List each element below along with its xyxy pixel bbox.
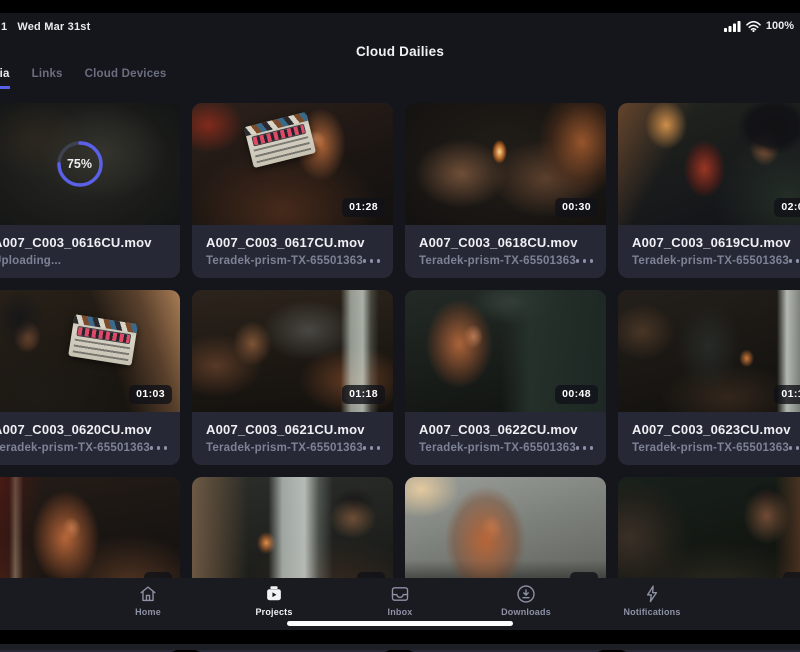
clip-card-0620[interactable]: 01:03 A007_C003_0620CU.mov Teradek-prism… (0, 290, 180, 465)
notifications-icon (641, 583, 663, 605)
nav-label: Projects (255, 607, 292, 617)
clip-source-device: Teradek-prism-TX-65501363 (632, 255, 789, 267)
nav-label: Inbox (388, 607, 413, 617)
clip-filename: A007_C003_0619CU.mov (632, 235, 800, 250)
clip-thumbnail: 00:30 (405, 103, 606, 225)
clip-card-0622[interactable]: 00:48 A007_C003_0622CU.mov Teradek-prism… (405, 290, 606, 465)
tab-cloud-devices[interactable]: Cloud Devices (85, 68, 167, 89)
clip-filename: A007_C003_0623CU.mov (632, 422, 800, 437)
duration-badge: 00:30 (555, 198, 598, 217)
more-menu-button[interactable] (576, 443, 594, 453)
clip-card-0616[interactable]: 75% A007_C003_0616CU.mov Uploading... (0, 103, 180, 278)
page-title: Cloud Dailies (0, 44, 800, 59)
status-date: Wed Mar 31st (17, 21, 90, 33)
more-menu-button[interactable] (789, 443, 800, 453)
clip-grid: 75% A007_C003_0616CU.mov Uploading... 01… (0, 103, 800, 652)
nav-item-notifications[interactable]: Notifications (589, 583, 715, 617)
nav-label: Home (135, 607, 161, 617)
clip-filename: A007_C003_0622CU.mov (419, 422, 592, 437)
clip-thumbnail: 02:0 (618, 103, 800, 225)
nav-item-projects[interactable]: Projects (211, 583, 337, 617)
status-bar: 1 Wed Mar 31st 100% (0, 13, 800, 39)
clip-source-device: Teradek-prism-TX-65501363 (632, 442, 789, 454)
tab-links[interactable]: Links (32, 68, 63, 89)
status-left: 1 Wed Mar 31st (1, 21, 90, 33)
tab-media[interactable]: Media (0, 68, 10, 89)
more-menu-button[interactable] (363, 443, 381, 453)
clip-source-device: Teradek-prism-TX-65501363 (0, 442, 150, 454)
clip-card-0619[interactable]: 02:0 A007_C003_0619CU.mov Teradek-prism-… (618, 103, 800, 278)
home-indicator[interactable] (287, 621, 513, 626)
nav-item-home[interactable]: Home (85, 583, 211, 617)
downloads-icon (515, 583, 537, 605)
clip-thumbnail: 01:28 (192, 103, 393, 225)
clip-card-0617[interactable]: 01:28 A007_C003_0617CU.mov Teradek-prism… (192, 103, 393, 278)
duration-badge: 01:1 (774, 385, 800, 404)
top-letterbox-band (0, 0, 800, 13)
duration-badge: 01:18 (342, 385, 385, 404)
more-menu-button[interactable] (789, 256, 800, 266)
clip-card-0621[interactable]: 01:18 A007_C003_0621CU.mov Teradek-prism… (192, 290, 393, 465)
clip-thumbnail: 01:1 (618, 290, 800, 412)
clip-filename: A007_C003_0618CU.mov (419, 235, 592, 250)
clip-filename: A007_C003_0621CU.mov (206, 422, 379, 437)
cellular-signal-icon (724, 21, 741, 32)
more-menu-button[interactable] (576, 256, 594, 266)
nav-item-inbox[interactable]: Inbox (337, 583, 463, 617)
clip-filename: A007_C003_0620CU.mov (0, 422, 166, 437)
nav-label: Notifications (623, 607, 680, 617)
clip-source-device: Teradek-prism-TX-65501363 (206, 255, 363, 267)
inbox-icon (389, 583, 411, 605)
clip-filename: A007_C003_0617CU.mov (206, 235, 379, 250)
more-menu-button[interactable] (363, 256, 381, 266)
clapperboard-prop (244, 112, 316, 168)
clip-thumbnail: 01:18 (192, 290, 393, 412)
nav-item-downloads[interactable]: Downloads (463, 583, 589, 617)
duration-badge: 01:03 (129, 385, 172, 404)
clip-source-device: Teradek-prism-TX-65501363 (419, 255, 576, 267)
tab-bar: Media Links Cloud Devices (0, 68, 167, 89)
battery-percent: 100% (766, 20, 794, 32)
home-icon (137, 583, 159, 605)
clip-thumbnail: 75% (0, 103, 180, 225)
clip-filename: A007_C003_0616CU.mov (0, 235, 166, 250)
clip-card-0623[interactable]: 01:1 A007_C003_0623CU.mov Teradek-prism-… (618, 290, 800, 465)
duration-badge: 00:48 (555, 385, 598, 404)
wifi-icon (746, 21, 761, 32)
upload-progress-ring: 75% (55, 139, 105, 189)
clip-status-text: Uploading... (0, 255, 61, 267)
duration-badge: 02:0 (774, 198, 800, 217)
clip-card-0618[interactable]: 00:30 A007_C003_0618CU.mov Teradek-prism… (405, 103, 606, 278)
clapperboard-prop (69, 315, 139, 366)
clip-thumbnail: 00:48 (405, 290, 606, 412)
more-menu-button[interactable] (150, 443, 168, 453)
clip-source-device: Teradek-prism-TX-65501363 (419, 442, 576, 454)
clip-thumbnail: 01:03 (0, 290, 180, 412)
upload-progress-percent: 75% (55, 139, 105, 189)
bottom-letterbox-band (0, 630, 800, 644)
projects-icon (263, 583, 285, 605)
cloud-dailies-app: 1 Wed Mar 31st 100% (0, 0, 800, 650)
duration-badge: 01:28 (342, 198, 385, 217)
bottom-edge-band (0, 644, 800, 650)
clip-source-device: Teradek-prism-TX-65501363 (206, 442, 363, 454)
status-right: 100% (724, 20, 794, 32)
status-time-fragment: 1 (1, 21, 7, 33)
nav-label: Downloads (501, 607, 551, 617)
